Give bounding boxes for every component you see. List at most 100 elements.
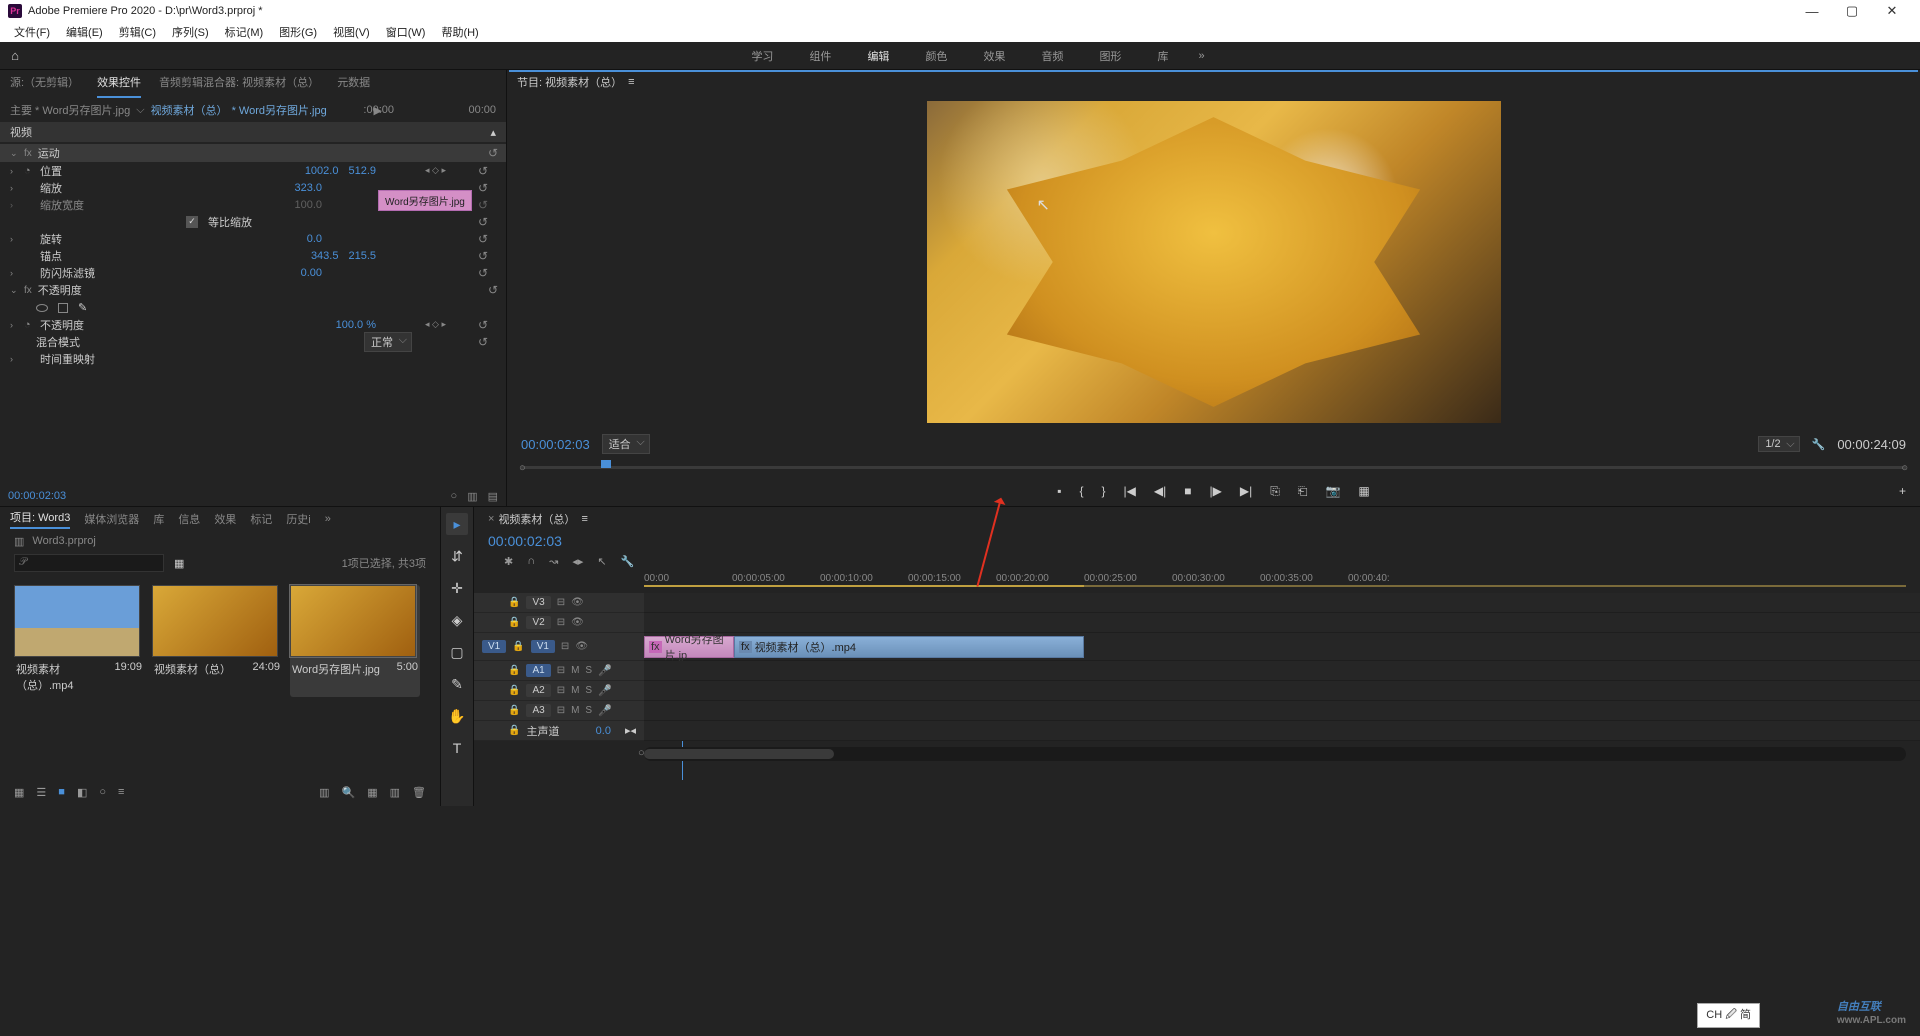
- pen-tool[interactable]: ✎: [446, 673, 468, 695]
- go-to-in-button[interactable]: |◀: [1124, 484, 1136, 498]
- menu-window[interactable]: 窗口(W): [378, 24, 434, 40]
- fx-badge-icon[interactable]: fx: [24, 148, 32, 159]
- toggle-output-icon[interactable]: 👁: [571, 597, 584, 608]
- tab-audio-mixer[interactable]: 音频剪辑混合器: 视频素材（总）: [159, 74, 319, 94]
- reset-icon[interactable]: ↺: [478, 198, 488, 212]
- program-timecode[interactable]: 00:00:02:03: [521, 437, 590, 452]
- step-back-button[interactable]: ◀|: [1154, 484, 1166, 498]
- timeline-clip-video[interactable]: fx视频素材（总）.mp4: [734, 636, 1084, 658]
- tab-metadata[interactable]: 元数据: [337, 74, 370, 94]
- linked-selection-icon[interactable]: ∩: [527, 555, 535, 568]
- freeform-view-icon[interactable]: ■: [58, 786, 65, 798]
- rect-mask-icon[interactable]: [58, 303, 68, 313]
- timeline-zoom-scrollbar[interactable]: ○: [644, 747, 1906, 761]
- bin-icon[interactable]: ▥: [14, 535, 24, 548]
- reset-icon[interactable]: ↺: [478, 335, 488, 349]
- home-icon[interactable]: ⌂: [0, 48, 30, 63]
- menu-clip[interactable]: 剪辑(C): [111, 24, 164, 40]
- voice-over-icon[interactable]: 🎤: [598, 664, 612, 677]
- menu-view[interactable]: 视图(V): [325, 24, 378, 40]
- fx-opacity-header[interactable]: ⌄ fx 不透明度 ↺: [0, 281, 506, 299]
- sync-lock-icon[interactable]: ⊟: [557, 597, 565, 608]
- clip-link[interactable]: * Word另存图片.jpg: [232, 102, 327, 118]
- fit-icon[interactable]: ▤: [488, 490, 498, 503]
- thumbnail-size-icon[interactable]: ◧: [77, 786, 87, 799]
- ellipse-mask-icon[interactable]: [36, 304, 48, 312]
- slip-tool[interactable]: ▢: [446, 641, 468, 663]
- maximize-button[interactable]: ▢: [1832, 3, 1872, 19]
- lift-button[interactable]: ⎘: [1270, 484, 1280, 499]
- search-input[interactable]: 𝒫: [14, 554, 164, 572]
- step-forward-button[interactable]: |▶: [1210, 484, 1222, 498]
- tab-libraries[interactable]: 库: [153, 511, 164, 527]
- workspace-assembly[interactable]: 组件: [791, 48, 849, 64]
- extract-button[interactable]: ⎗: [1298, 484, 1308, 499]
- timeline-ruler[interactable]: 00:00 00:00:05:00 00:00:10:00 00:00:15:0…: [644, 571, 1920, 593]
- razor-tool[interactable]: ◈: [446, 609, 468, 631]
- program-monitor[interactable]: ↖: [507, 94, 1920, 430]
- workspace-audio[interactable]: 音频: [1023, 48, 1081, 64]
- reset-icon[interactable]: ↺: [478, 266, 488, 280]
- resolution-dropdown[interactable]: 1/2: [1758, 436, 1799, 452]
- menu-edit[interactable]: 编辑(E): [58, 24, 111, 40]
- workspace-more[interactable]: »: [1186, 50, 1216, 62]
- tab-info[interactable]: 信息: [178, 511, 200, 527]
- collapse-icon[interactable]: ▴: [490, 126, 496, 139]
- menu-file[interactable]: 文件(F): [6, 24, 58, 40]
- anchor-y-value[interactable]: 215.5: [348, 250, 376, 262]
- mark-out-button[interactable]: }: [1102, 484, 1106, 498]
- program-tab[interactable]: 节目: 视频素材（总）: [517, 74, 622, 90]
- new-bin-icon[interactable]: ▦: [367, 786, 377, 799]
- blend-mode-select[interactable]: 正常: [364, 332, 412, 352]
- playhead-handle[interactable]: [601, 460, 611, 468]
- menu-markers[interactable]: 标记(M): [217, 24, 272, 40]
- reset-icon[interactable]: ↺: [478, 164, 488, 178]
- delete-icon[interactable]: 🗑: [412, 786, 426, 799]
- flicker-value[interactable]: 0.00: [301, 267, 322, 279]
- workspace-learn[interactable]: 学习: [733, 48, 791, 64]
- tab-markers[interactable]: 标记: [250, 511, 272, 527]
- current-timecode[interactable]: 00:00:02:03: [8, 490, 66, 502]
- hand-tool[interactable]: ✋: [446, 705, 468, 727]
- workspace-editing[interactable]: 编辑: [849, 48, 907, 64]
- timeline-clip-image[interactable]: fxWord另存图片.jp: [644, 636, 734, 658]
- reset-icon[interactable]: ↺: [478, 249, 488, 263]
- panel-menu-icon[interactable]: ≡: [581, 513, 587, 525]
- tab-source[interactable]: 源:（无剪辑）: [10, 74, 79, 94]
- minimize-button[interactable]: —: [1792, 4, 1832, 19]
- mute-button[interactable]: M: [571, 665, 579, 676]
- workspace-effects[interactable]: 效果: [965, 48, 1023, 64]
- sync-lock-icon[interactable]: ⊟: [561, 641, 569, 652]
- reset-icon[interactable]: ↺: [488, 283, 498, 297]
- settings-icon[interactable]: 🔧: [1812, 438, 1826, 451]
- solo-button[interactable]: S: [585, 665, 592, 676]
- go-to-out-button[interactable]: ▶|: [1240, 484, 1252, 498]
- reset-icon[interactable]: ↺: [478, 318, 488, 332]
- mark-in-button[interactable]: {: [1080, 484, 1084, 498]
- sync-lock-icon[interactable]: ⊟: [557, 617, 565, 628]
- lock-icon[interactable]: 🔒: [508, 617, 520, 628]
- add-marker-icon[interactable]: ↝: [549, 555, 558, 568]
- reset-icon[interactable]: ↺: [478, 232, 488, 246]
- master-gain-value[interactable]: 0.0: [596, 725, 611, 737]
- keyframe-nav[interactable]: ◂ ◇ ▸: [425, 319, 446, 330]
- bin-item[interactable]: 视频素材（总）.mp419:09: [14, 585, 144, 697]
- tabs-more[interactable]: »: [325, 513, 331, 525]
- play-stop-button[interactable]: ■: [1184, 484, 1191, 498]
- ripple-edit-tool[interactable]: ✛: [446, 577, 468, 599]
- icon-view-icon[interactable]: ☰: [36, 786, 46, 799]
- list-view-icon[interactable]: ▦: [14, 786, 24, 799]
- tab-project[interactable]: 项目: Word3: [10, 509, 70, 529]
- sort-icon[interactable]: ≡: [118, 786, 124, 798]
- timeline-tab[interactable]: 视频素材（总）: [498, 511, 575, 527]
- zoom-slider[interactable]: ○: [99, 786, 106, 798]
- lock-icon[interactable]: 🔒: [508, 665, 520, 676]
- time-remap-row[interactable]: › 时间重映射: [10, 350, 496, 367]
- timeline-settings-icon[interactable]: ◂▸: [572, 555, 583, 568]
- new-item-icon[interactable]: ▥: [390, 786, 400, 799]
- fit-icon[interactable]: ▥: [467, 490, 477, 503]
- export-frame-button[interactable]: 📷: [1325, 484, 1340, 498]
- button-editor-button[interactable]: +: [1899, 484, 1906, 498]
- stopwatch-icon[interactable]: ◔: [24, 165, 34, 177]
- toggle-output-icon[interactable]: 👁: [571, 617, 584, 628]
